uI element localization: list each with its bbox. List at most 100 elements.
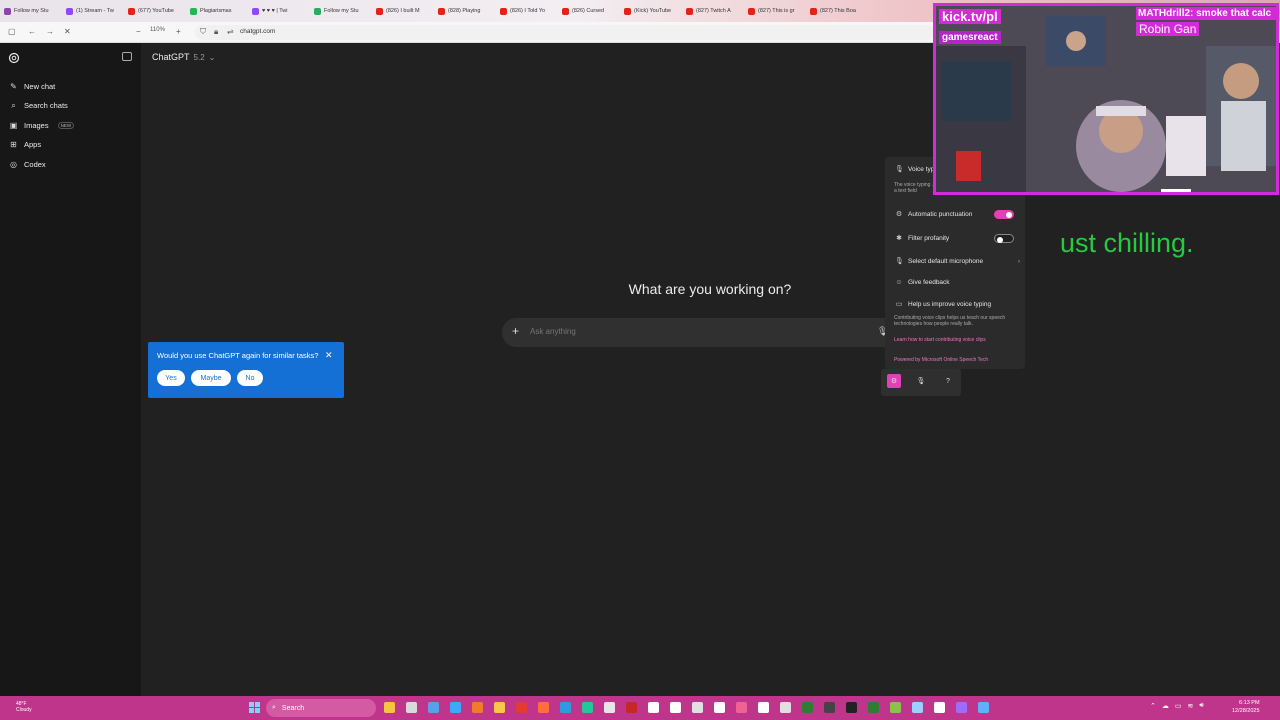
microphone-button[interactable]: 🎙︎ — [914, 374, 928, 388]
network-icon[interactable]: ▭ — [1175, 702, 1182, 710]
site-info-icon[interactable]: ⇌ — [227, 27, 234, 36]
add-attachment-icon[interactable]: + — [512, 324, 519, 338]
taskbar-app-icon[interactable] — [692, 702, 703, 713]
browser-tab[interactable]: (827) Twitch A — [686, 4, 731, 18]
taskbar-app-icon[interactable] — [472, 702, 483, 713]
browser-tab[interactable]: Follow my Stu — [314, 4, 359, 18]
filter-profanity-toggle[interactable] — [994, 234, 1014, 243]
stop-icon[interactable]: ✕ — [64, 27, 71, 36]
taskbar-app-icon[interactable] — [736, 702, 747, 713]
survey-yes-button[interactable]: Yes — [157, 370, 185, 386]
taskbar-app-icon[interactable] — [516, 702, 527, 713]
give-feedback-label: Give feedback — [908, 279, 950, 286]
taskbar-app-icon[interactable] — [912, 702, 923, 713]
wifi-icon[interactable]: ≋ — [1188, 702, 1194, 710]
browser-tab[interactable]: (677) YouTube — [128, 4, 174, 18]
taskbar-app-icon[interactable] — [956, 702, 967, 713]
cloud-icon[interactable]: ☁ — [1162, 702, 1169, 710]
taskbar-app-icon[interactable] — [868, 702, 879, 713]
forward-icon[interactable]: → — [46, 27, 54, 36]
chevron-down-icon: ⌄ — [208, 52, 216, 62]
close-icon[interactable]: ✕ — [325, 350, 333, 361]
taskbar-app-icon[interactable] — [406, 702, 417, 713]
taskbar-app-icon[interactable] — [626, 702, 637, 713]
auto-punctuation-toggle[interactable] — [994, 210, 1014, 219]
model-version: 5.2 — [193, 52, 205, 62]
sidebar-item-images[interactable]: ▣ Images NEW — [0, 116, 141, 134]
sidebar-panel-icon[interactable]: ▢ — [8, 27, 16, 36]
taskbar-app-icon[interactable] — [802, 702, 813, 713]
sidebar-item-search-chats[interactable]: ⌕ Search chats — [0, 97, 141, 115]
sidebar-item-new-chat[interactable]: ✎ New chat — [0, 77, 141, 95]
taskbar-app-icon[interactable] — [890, 702, 901, 713]
taskbar-app-icon[interactable] — [934, 702, 945, 713]
microphone-icon: 🎙︎ — [895, 166, 904, 173]
taskbar-app-icon[interactable] — [582, 702, 593, 713]
settings-gear-button[interactable]: ⚙ — [887, 374, 901, 388]
taskbar-app-icon[interactable] — [428, 702, 439, 713]
browser-tab[interactable]: Plagiarismas — [190, 4, 231, 18]
select-microphone-label: Select default microphone — [908, 257, 984, 265]
taskbar-app-icon[interactable] — [714, 702, 725, 713]
browser-tab[interactable]: (827) This is gr — [748, 4, 795, 18]
tab-favicon-icon — [190, 7, 197, 15]
taskbar-app-icon[interactable] — [648, 702, 659, 713]
learn-link[interactable]: Learn how to start contributing voice cl… — [894, 337, 986, 343]
select-microphone-row[interactable]: 🎙︎ Select default microphone › — [895, 257, 1020, 266]
prompt-input[interactable] — [530, 327, 860, 336]
taskbar-app-icon[interactable] — [384, 702, 395, 713]
browser-tab[interactable]: (1) Stream - Tw — [66, 4, 114, 18]
lock-icon[interactable]: 🔒︎ — [214, 27, 218, 37]
tab-favicon-icon — [748, 7, 755, 15]
browser-tab[interactable]: (828) Playing — [438, 4, 480, 18]
browser-tab[interactable]: (826) I Told Yo — [500, 4, 545, 18]
help-icon[interactable]: ? — [941, 374, 955, 388]
voice-typing-bar: ⚙ 🎙︎ ? — [881, 369, 961, 396]
address-bar[interactable] — [195, 25, 935, 40]
powered-by-link[interactable]: Powered by Microsoft Online Speech Tech — [894, 357, 988, 363]
back-icon[interactable]: ← — [28, 27, 36, 36]
browser-tab[interactable]: (826) Cursed — [562, 4, 604, 18]
taskbar-search[interactable]: ⌕ Search — [266, 699, 376, 717]
browser-tab-label: (827) Twitch A — [696, 8, 731, 14]
taskbar-app-icon[interactable] — [604, 702, 615, 713]
sidebar-toggle-icon[interactable] — [122, 52, 132, 61]
gear-icon: ⚙ — [895, 211, 903, 218]
browser-tab[interactable]: (826) I built M — [376, 4, 420, 18]
give-feedback-row[interactable]: ☺ Give feedback — [895, 279, 1020, 286]
taskbar-app-icon[interactable] — [978, 702, 989, 713]
browser-tab[interactable]: (Kick) YouTube — [624, 4, 671, 18]
survey-maybe-button[interactable]: Maybe — [191, 370, 231, 386]
browser-tab[interactable]: Follow my Stu — [4, 4, 49, 18]
taskbar-app-icon[interactable] — [758, 702, 769, 713]
taskbar-app-icon[interactable] — [824, 702, 835, 713]
taskbar-app-icon[interactable] — [846, 702, 857, 713]
taskbar-app-icon[interactable] — [538, 702, 549, 713]
browser-tab[interactable]: ♥ ♥ ♥ | Twi — [252, 4, 288, 18]
sidebar-item-apps[interactable]: ⊞ Apps — [0, 136, 141, 154]
zoom-in-icon[interactable]: + — [176, 27, 181, 36]
tab-favicon-icon — [4, 7, 11, 15]
volume-icon[interactable]: 🔊︎ — [1199, 702, 1203, 710]
browser-tab-label: (827) This is gr — [758, 8, 795, 14]
taskbar-app-icon[interactable] — [670, 702, 681, 713]
improve-body: Contributing voice clips helps us teach … — [894, 315, 1006, 327]
start-button[interactable] — [249, 702, 260, 713]
zoom-out-icon[interactable]: − — [136, 27, 141, 36]
browser-tab-label: (677) YouTube — [138, 8, 174, 14]
browser-tab[interactable]: (827) This Boa — [810, 4, 856, 18]
clock[interactable]: 6:13 PM 12/28/2025 — [1232, 699, 1260, 715]
survey-no-button[interactable]: No — [237, 370, 263, 386]
sidebar-item-codex[interactable]: ◎ Codex — [0, 155, 141, 173]
apps-icon: ⊞ — [10, 140, 17, 150]
taskbar-app-icon[interactable] — [780, 702, 791, 713]
weather-widget[interactable]: 48°F Cloudy — [16, 701, 32, 713]
shield-icon[interactable]: ⛉ — [200, 27, 206, 37]
taskbar-app-icon[interactable] — [494, 702, 505, 713]
chatgpt-logo-icon[interactable] — [8, 52, 20, 64]
model-switcher[interactable]: ChatGPT 5.2 ⌄ — [152, 52, 215, 62]
taskbar: 48°F Cloudy ⌕ Search ⌃ ☁ ▭ ≋ 🔊︎ 6:13 PM … — [0, 696, 1280, 720]
taskbar-app-icon[interactable] — [560, 702, 571, 713]
taskbar-app-icon[interactable] — [450, 702, 461, 713]
chevron-up-icon[interactable]: ⌃ — [1150, 702, 1156, 710]
